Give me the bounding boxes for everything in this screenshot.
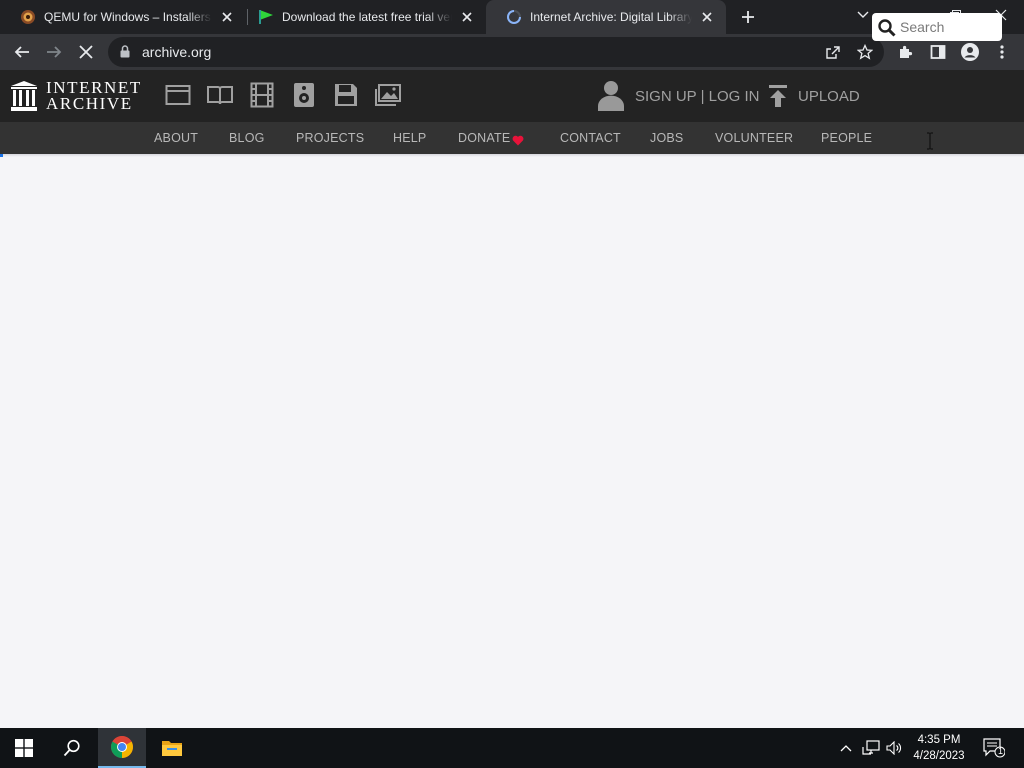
qemu-favicon (20, 9, 36, 25)
ia-nav-bar: ABOUT BLOG PROJECTS HELP DONATE CONTACT … (0, 122, 1024, 154)
back-arrow-icon (14, 46, 29, 58)
profile-icon (961, 43, 979, 61)
ia-top-bar: INTERNET ARCHIVE SIGN UP | LOG IN UPLOAD (0, 70, 1024, 122)
url-text[interactable]: archive.org (142, 44, 211, 60)
images-icon[interactable] (375, 82, 401, 108)
tab-title: Internet Archive: Digital Library of Fre… (530, 10, 692, 24)
nav-projects[interactable]: PROJECTS (296, 131, 364, 145)
extensions-button[interactable] (892, 38, 920, 66)
search-input[interactable] (900, 17, 996, 37)
nav-contact[interactable]: CONTACT (560, 131, 621, 145)
heart-icon (512, 133, 524, 151)
stop-loading-button[interactable] (72, 38, 100, 66)
tab-title: Download the latest free trial version (282, 10, 452, 24)
search-icon[interactable] (48, 728, 96, 768)
side-panel-icon (930, 45, 946, 59)
ia-logo-link[interactable]: INTERNET ARCHIVE (10, 79, 142, 113)
signup-login-link[interactable]: SIGN UP | LOG IN (635, 88, 759, 105)
share-icon[interactable] (824, 43, 842, 61)
forward-arrow-icon (47, 46, 62, 58)
upload-icon[interactable] (767, 84, 789, 113)
profile-button[interactable] (956, 38, 984, 66)
nav-blog[interactable]: BLOG (229, 131, 265, 145)
system-clock[interactable]: 4:35 PM 4/28/2023 (905, 732, 973, 764)
web-icon[interactable] (165, 82, 191, 108)
forward-button[interactable] (40, 38, 68, 66)
notification-icon[interactable]: 1 (978, 728, 1010, 768)
chevron-up-icon[interactable] (836, 728, 856, 768)
logo-line-archive: ARCHIVE (46, 94, 133, 113)
back-button[interactable] (8, 38, 36, 66)
chrome-icon[interactable] (98, 728, 146, 768)
flag-favicon (258, 9, 274, 25)
close-icon[interactable] (698, 8, 716, 26)
user-icon[interactable] (596, 80, 626, 112)
texts-icon[interactable] (207, 82, 233, 108)
extensions-icon (900, 45, 913, 58)
archive-building-icon (11, 81, 37, 111)
chevron-down-icon (857, 11, 869, 18)
tab-internet-archive[interactable]: Internet Archive: Digital Library of Fre… (486, 0, 726, 34)
ia-logo-text: INTERNET ARCHIVE (46, 79, 142, 113)
star-icon[interactable] (856, 43, 874, 61)
search-icon[interactable] (878, 19, 896, 42)
network-icon[interactable] (860, 728, 882, 768)
nav-people[interactable]: PEOPLE (821, 131, 872, 145)
menu-button[interactable] (988, 38, 1016, 66)
stop-loading-icon (79, 45, 93, 59)
text-cursor-icon (925, 132, 935, 155)
file-explorer-icon[interactable] (148, 728, 196, 768)
plus-icon (742, 11, 754, 23)
software-icon[interactable] (333, 82, 359, 108)
nav-donate[interactable]: DONATE (458, 131, 510, 145)
audio-icon[interactable] (291, 82, 317, 108)
tab-strip: QEMU for Windows – Installers (64 bit) D… (0, 0, 1024, 34)
windows-start-icon[interactable] (0, 728, 48, 768)
close-icon[interactable] (458, 8, 476, 26)
more-vert-icon (1000, 45, 1004, 59)
windows-taskbar: 4:35 PM 4/28/2023 1 (0, 728, 1024, 768)
close-icon[interactable] (218, 8, 236, 26)
nav-jobs[interactable]: JOBS (650, 131, 683, 145)
browser-toolbar: archive.org (0, 34, 1024, 70)
address-bar[interactable]: archive.org (108, 37, 884, 67)
side-panel-button[interactable] (924, 38, 952, 66)
volume-icon[interactable] (884, 728, 904, 768)
clock-time: 4:35 PM (917, 734, 961, 746)
tab-download-trial[interactable]: Download the latest free trial version (238, 0, 486, 34)
lock-icon (120, 45, 130, 63)
new-tab-button[interactable] (737, 6, 759, 28)
nav-volunteer[interactable]: VOLUNTEER (715, 131, 793, 145)
loading-spinner-icon (506, 9, 522, 25)
nav-about[interactable]: ABOUT (154, 131, 198, 145)
video-icon[interactable] (249, 82, 275, 108)
upload-link[interactable]: UPLOAD (798, 88, 860, 105)
clock-date: 4/28/2023 (913, 750, 965, 762)
nav-help[interactable]: HELP (393, 131, 426, 145)
notification-count: 1 (998, 746, 1004, 756)
tab-title: QEMU for Windows – Installers (64 bit) (44, 10, 212, 24)
tab-qemu[interactable]: QEMU for Windows – Installers (64 bit) (0, 0, 246, 34)
page-content-area (0, 157, 1024, 728)
